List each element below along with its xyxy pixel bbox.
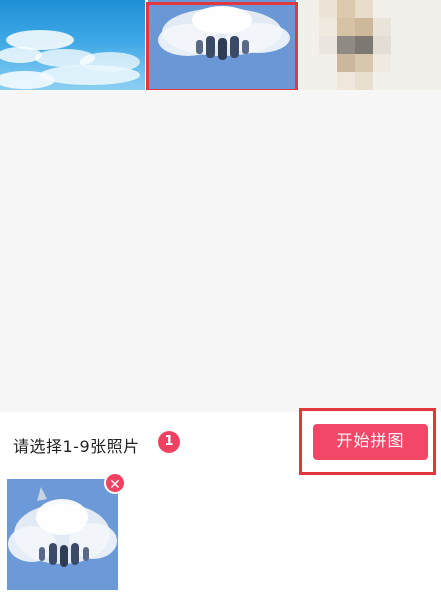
selection-hint: 请选择1-9张照片 xyxy=(13,437,140,456)
collage-picker-screen: 请选择1-9张照片 1 开始拼图 ✕ xyxy=(0,0,441,600)
selected-photo-thumb[interactable] xyxy=(7,479,118,590)
photo-thumb-pixelated[interactable] xyxy=(299,0,441,90)
selected-count-badge: 1 xyxy=(158,431,180,453)
photo-grid xyxy=(0,0,441,92)
photo-thumb-sky[interactable] xyxy=(0,0,145,90)
start-collage-button[interactable]: 开始拼图 xyxy=(313,424,428,460)
photo-browse-area[interactable] xyxy=(0,90,441,412)
photo-thumb-jet[interactable] xyxy=(148,0,296,90)
remove-photo-icon[interactable]: ✕ xyxy=(104,472,126,494)
